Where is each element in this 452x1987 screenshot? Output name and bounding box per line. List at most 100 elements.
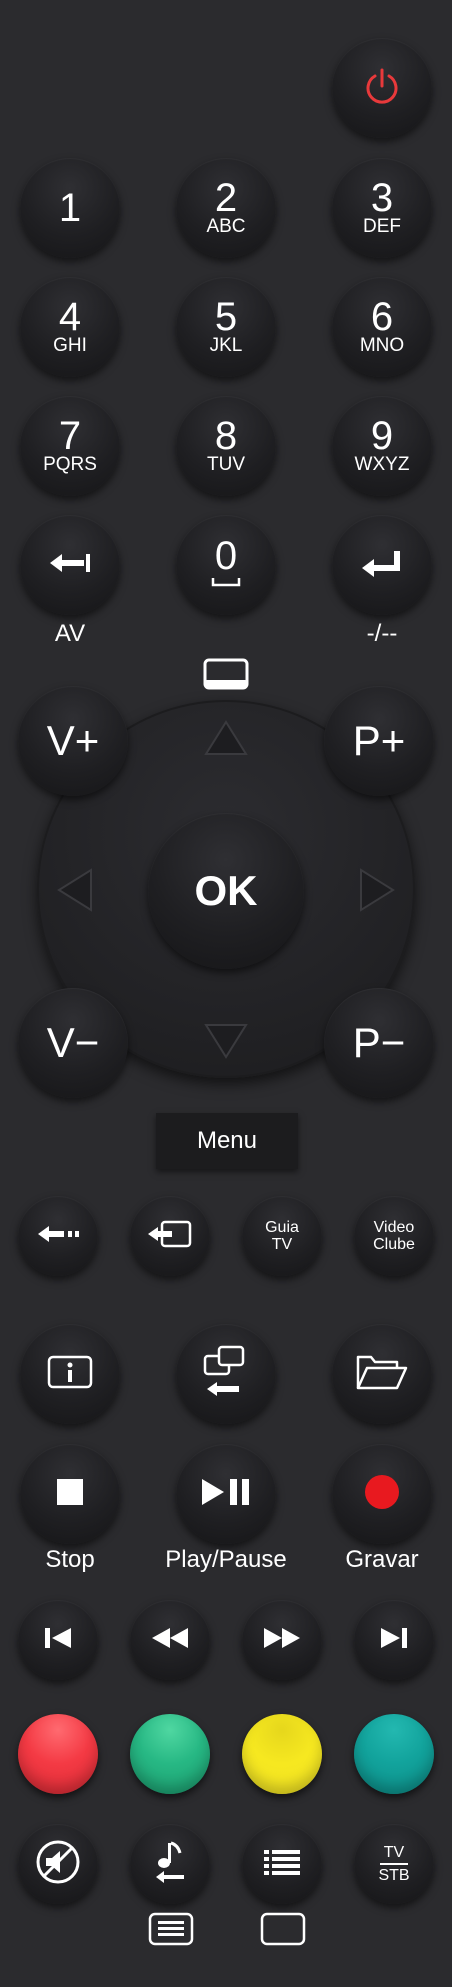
skip-previous-icon — [43, 1626, 73, 1655]
rewind-button[interactable] — [130, 1600, 210, 1680]
play-pause-icon — [200, 1477, 252, 1512]
program-down-label: P− — [352, 1019, 406, 1066]
fast-forward-button[interactable] — [242, 1600, 322, 1680]
exit-icon — [146, 1219, 194, 1254]
subtitle-button[interactable] — [199, 656, 253, 696]
program-down-button[interactable]: P− — [324, 988, 434, 1098]
fast-forward-icon — [262, 1626, 302, 1655]
digit-5-button[interactable]: 5 JKL — [176, 277, 276, 377]
triangle-down-icon — [202, 1021, 250, 1066]
digit-9-button[interactable]: 9 WXYZ — [332, 396, 432, 496]
back-arrow-icon — [36, 1224, 80, 1249]
volume-down-button[interactable]: V− — [18, 988, 128, 1098]
video-line2: Clube — [373, 1236, 415, 1253]
triangle-up-icon — [202, 718, 250, 763]
digit-7-button[interactable]: 7 PQRS — [20, 396, 120, 496]
enter-arrow-icon — [360, 548, 404, 583]
next-button[interactable] — [354, 1600, 434, 1680]
mute-icon — [34, 1838, 82, 1891]
yellow-button[interactable] — [242, 1714, 322, 1794]
play-pause-label: Play/Pause — [165, 1546, 287, 1573]
av-button[interactable] — [20, 515, 120, 615]
digit-0-button[interactable]: 0 — [176, 515, 276, 615]
digit-2-button[interactable]: 2 ABC — [176, 158, 276, 258]
video-line1: Video — [373, 1219, 415, 1236]
record-label: Gravar — [345, 1546, 419, 1573]
letters-label: JKL — [209, 335, 243, 356]
swap-screens-icon — [201, 1344, 251, 1405]
menu-button[interactable]: Menu — [156, 1113, 298, 1169]
list-button[interactable] — [242, 1824, 322, 1904]
letters-label: WXYZ — [354, 454, 410, 475]
previous-button[interactable] — [18, 1600, 98, 1680]
letters-label: ABC — [206, 216, 246, 237]
record-icon — [364, 1474, 400, 1515]
digit-4-button[interactable]: 4 GHI — [20, 277, 120, 377]
guide-line2: TV — [271, 1236, 293, 1253]
digit-1-button[interactable]: 1 — [20, 158, 120, 258]
dpad-up[interactable] — [196, 715, 256, 765]
ok-button[interactable]: OK — [148, 813, 304, 969]
green-button[interactable] — [130, 1714, 210, 1794]
digit-label: 4 — [58, 295, 82, 339]
letters-label: DEF — [363, 216, 401, 237]
digit-8-button[interactable]: 8 TUV — [176, 396, 276, 496]
info-icon — [47, 1355, 93, 1394]
dash-button[interactable] — [332, 515, 432, 615]
power-icon — [360, 64, 404, 113]
dpad-down[interactable] — [196, 1018, 256, 1068]
program-up-label: P+ — [352, 717, 406, 764]
subtitle-icon — [202, 657, 250, 696]
guide-line1: Guia — [265, 1219, 299, 1236]
dash-label: -/-- — [366, 620, 398, 647]
stop-button[interactable] — [20, 1444, 120, 1544]
list-icon — [262, 1847, 302, 1882]
record-button[interactable] — [332, 1444, 432, 1544]
dpad-left[interactable] — [50, 862, 100, 922]
red-button[interactable] — [18, 1714, 98, 1794]
teletext-icon — [148, 1912, 194, 1951]
power-button[interactable] — [332, 38, 432, 138]
digit-label: 8 — [214, 414, 238, 458]
screen-button[interactable] — [258, 1912, 308, 1950]
menu-label: Menu — [196, 1127, 258, 1154]
digit-label: 5 — [214, 295, 238, 339]
letters-label: GHI — [53, 335, 87, 356]
tv-stb-button[interactable]: TV STB — [354, 1824, 434, 1904]
teal-button[interactable] — [354, 1714, 434, 1794]
skip-next-icon — [379, 1626, 409, 1655]
rewind-icon — [150, 1626, 190, 1655]
swap-button[interactable] — [176, 1324, 276, 1424]
folder-button[interactable] — [332, 1324, 432, 1424]
mute-button[interactable] — [18, 1824, 98, 1904]
volume-down-label: V− — [46, 1019, 100, 1066]
program-up-button[interactable]: P+ — [324, 686, 434, 796]
stop-label: Stop — [45, 1546, 95, 1573]
digit-label: 7 — [58, 414, 82, 458]
volume-up-button[interactable]: V+ — [18, 686, 128, 796]
digit-label: 1 — [58, 186, 82, 230]
volume-up-label: V+ — [46, 717, 100, 764]
digit-label: 9 — [370, 414, 394, 458]
av-arrow-icon — [48, 551, 92, 580]
exit-button[interactable] — [130, 1196, 210, 1276]
av-label: AV — [54, 620, 86, 647]
guide-tv-button[interactable]: Guia TV — [242, 1196, 322, 1276]
audio-button[interactable] — [130, 1824, 210, 1904]
stop-icon — [55, 1477, 85, 1512]
dpad-right[interactable] — [352, 862, 402, 922]
back-button[interactable] — [18, 1196, 98, 1276]
screen-icon — [260, 1912, 306, 1951]
ok-label: OK — [194, 867, 258, 914]
video-clube-button[interactable]: Video Clube — [354, 1196, 434, 1276]
stb-label: STB — [378, 1867, 410, 1884]
info-button[interactable] — [20, 1324, 120, 1424]
folder-open-icon — [355, 1352, 409, 1397]
play-pause-button[interactable] — [176, 1444, 276, 1544]
triangle-left-icon — [55, 866, 95, 919]
digit-3-button[interactable]: 3 DEF — [332, 158, 432, 258]
tv-label: TV — [379, 1844, 409, 1865]
digit-label: 6 — [370, 295, 394, 339]
digit-6-button[interactable]: 6 MNO — [332, 277, 432, 377]
teletext-button[interactable] — [146, 1912, 196, 1950]
